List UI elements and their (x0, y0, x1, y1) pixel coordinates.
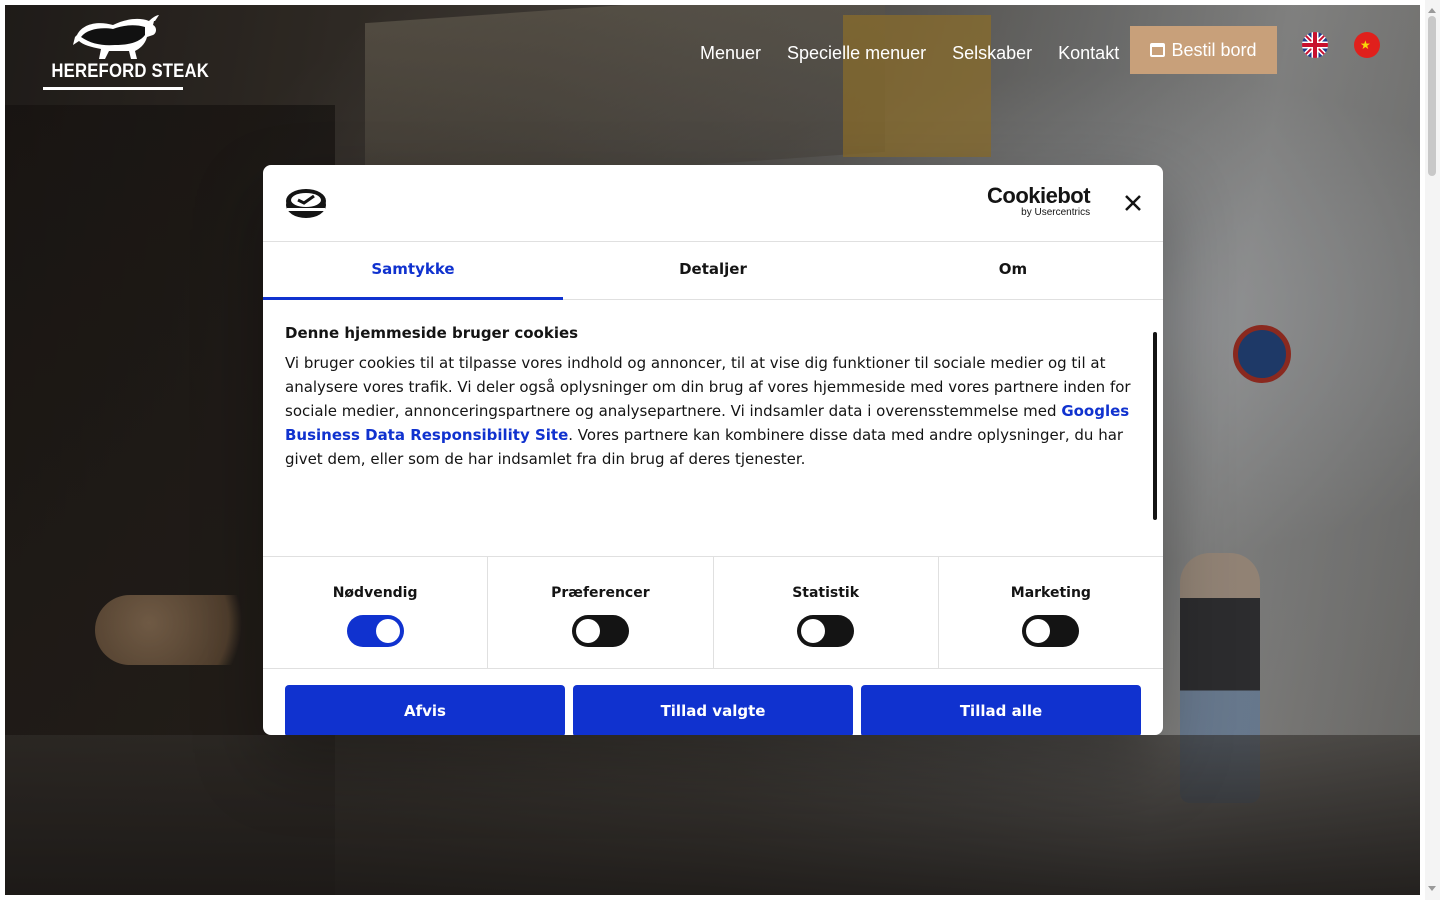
consent-text-part1: Vi bruger cookies til at tilpasse vores … (285, 354, 1131, 420)
nav-selskaber[interactable]: Selskaber (952, 43, 1032, 69)
toggle-knob (575, 619, 600, 643)
consent-body[interactable]: Denne hjemmeside bruger cookies Vi bruge… (263, 324, 1163, 556)
toggle-knob (375, 619, 400, 643)
close-dialog-button[interactable] (1121, 191, 1145, 215)
consent-actions: Afvis Tillad valgte Tillad alle (263, 669, 1163, 735)
uk-flag-graphic (1302, 32, 1328, 58)
main-nav: Menuer Specielle menuer Selskaber Kontak… (700, 43, 1145, 69)
cookie-consent-dialog: Cookiebot by Usercentrics Samtykke Detal… (263, 165, 1163, 735)
calendar-icon (1150, 43, 1166, 57)
cookiebot-mark-icon (286, 189, 326, 218)
category-label: Marketing (1010, 585, 1091, 601)
china-flag-icon[interactable]: ★ (1354, 32, 1380, 58)
cookiebot-logo: Cookiebot by Usercentrics (987, 183, 1091, 219)
scroll-thumb[interactable] (1428, 16, 1436, 176)
scroll-up-arrow[interactable] (1428, 8, 1436, 13)
category-statistik: Statistik (714, 557, 939, 668)
deny-button[interactable]: Afvis (285, 685, 565, 735)
category-label: Statistik (792, 585, 860, 601)
allow-all-button[interactable]: Tillad alle (861, 685, 1141, 735)
consent-text: Vi bruger cookies til at tilpasse vores … (285, 351, 1145, 471)
toggle-marketing[interactable] (1022, 615, 1080, 647)
cookiebot-sub: by Usercentrics (1021, 207, 1091, 218)
page-scrollbar[interactable] (1425, 0, 1440, 900)
cookiebot-brand: Cookiebot (987, 183, 1091, 208)
category-nodvendig: Nødvendig (263, 557, 489, 668)
category-label: Præferencer (551, 585, 650, 601)
consent-categories: Nødvendig Præferencer Statistik Marketin… (263, 556, 1163, 669)
nav-menuer[interactable]: Menuer (700, 43, 761, 69)
book-table-label: Bestil bord (1171, 39, 1257, 60)
toggle-knob (1026, 619, 1051, 643)
book-table-button[interactable]: Bestil bord (1130, 26, 1277, 74)
category-marketing: Marketing (939, 557, 1163, 668)
scroll-down-arrow[interactable] (1428, 886, 1436, 891)
category-praeferencer: Præferencer (488, 557, 714, 668)
nav-specielle-menuer[interactable]: Specielle menuer (787, 43, 926, 69)
nav-kontakt[interactable]: Kontakt (1058, 43, 1119, 69)
toggle-knob (801, 619, 826, 643)
tab-detaljer[interactable]: Detaljer (563, 242, 863, 299)
dialog-tabs: Samtykke Detaljer Om (263, 242, 1163, 300)
tab-om[interactable]: Om (863, 242, 1163, 299)
toggle-praeferencer[interactable] (571, 615, 629, 647)
consent-scrollbar[interactable] (1153, 332, 1157, 520)
bull-icon (73, 15, 159, 59)
consent-title: Denne hjemmeside bruger cookies (285, 324, 579, 342)
toggle-statistik[interactable] (797, 615, 855, 647)
text-fade (263, 516, 1163, 556)
logo-text: HEREFORD STEAK (51, 61, 210, 82)
close-icon (1125, 195, 1141, 211)
toggle-nodvendig[interactable] (346, 615, 404, 647)
logo-underline (43, 87, 183, 90)
allow-selected-button[interactable]: Tillad valgte (573, 685, 853, 735)
category-label: Nødvendig (332, 585, 418, 601)
tab-samtykke[interactable]: Samtykke (263, 242, 563, 300)
dialog-header: Cookiebot by Usercentrics (263, 165, 1163, 242)
site-logo[interactable]: HEREFORD STEAK (43, 15, 210, 93)
uk-flag-icon[interactable] (1302, 32, 1328, 58)
